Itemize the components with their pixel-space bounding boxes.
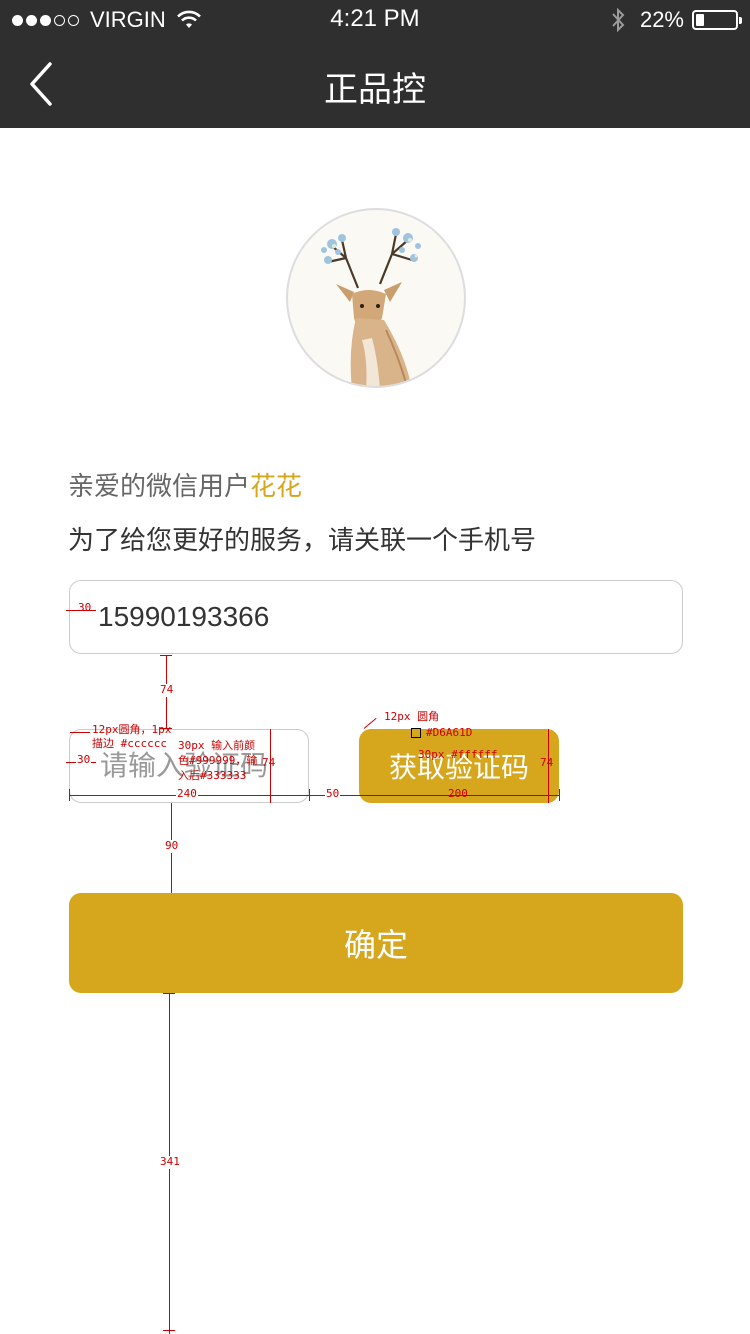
status-bar: VIRGIN 4:21 PM 22% — [0, 0, 750, 40]
color-swatch — [411, 728, 421, 738]
confirm-button[interactable]: 确定 — [69, 893, 683, 993]
annotation-code-padding: 30 — [76, 753, 92, 767]
battery-percent: 22% — [639, 7, 684, 32]
annotation-button-font: 30px #ffffff — [418, 748, 498, 761]
annotation-tick — [559, 789, 560, 801]
battery-icon — [692, 10, 742, 30]
annotation-phone-padding: 30 — [78, 601, 92, 614]
annotation-gap-code-button: 50 — [325, 787, 341, 801]
annotation-tick — [69, 789, 70, 801]
annotation-tick — [163, 993, 175, 994]
bluetooth-icon — [612, 7, 625, 33]
annotation-tick — [160, 655, 172, 656]
phone-number-input[interactable] — [69, 580, 683, 654]
user-name: 花花 — [250, 472, 303, 502]
battery-fill — [696, 14, 704, 26]
annotation-gap-confirm: 90 — [164, 839, 180, 853]
nav-bar: 正品控 — [0, 40, 750, 128]
annotation-line — [70, 732, 90, 733]
annotation-code-font-2: 色#999999，输 — [178, 754, 258, 767]
annotation-button-color: #D6A61D — [426, 726, 473, 739]
annotation-code-font-1: 30px 输入前颜 — [178, 739, 256, 752]
greeting-prefix: 亲爱的微信用户 — [68, 472, 251, 502]
instruction-text: 为了给您更好的服务，请关联一个手机号 — [68, 526, 537, 556]
annotation-button-width: 200 — [448, 787, 468, 800]
annotation-button-height: 74 — [540, 756, 554, 769]
page-title: 正品控 — [324, 70, 426, 110]
greeting-text: 亲爱的微信用户花花 — [68, 466, 302, 503]
annotation-code-font-3: 入后#333333 — [178, 769, 247, 782]
annotation-line — [363, 717, 377, 729]
annotation-code-border: 描边 #cccccc — [92, 737, 167, 750]
annotation-gap-bottom: 341 — [159, 1155, 181, 1169]
annotation-code-radius: 12px圆角，1px — [92, 723, 172, 736]
avatar — [286, 208, 466, 388]
annotation-gap-phone-code: 74 — [159, 683, 175, 697]
annotation-tick — [163, 1330, 175, 1331]
status-right: 22% — [610, 6, 742, 34]
annotation-code-width: 240 — [176, 787, 198, 801]
annotation-code-height: 74 — [262, 756, 276, 769]
annotation-button-radius: 12px 圆角 — [384, 710, 440, 723]
deer-illustration-icon — [321, 228, 421, 386]
